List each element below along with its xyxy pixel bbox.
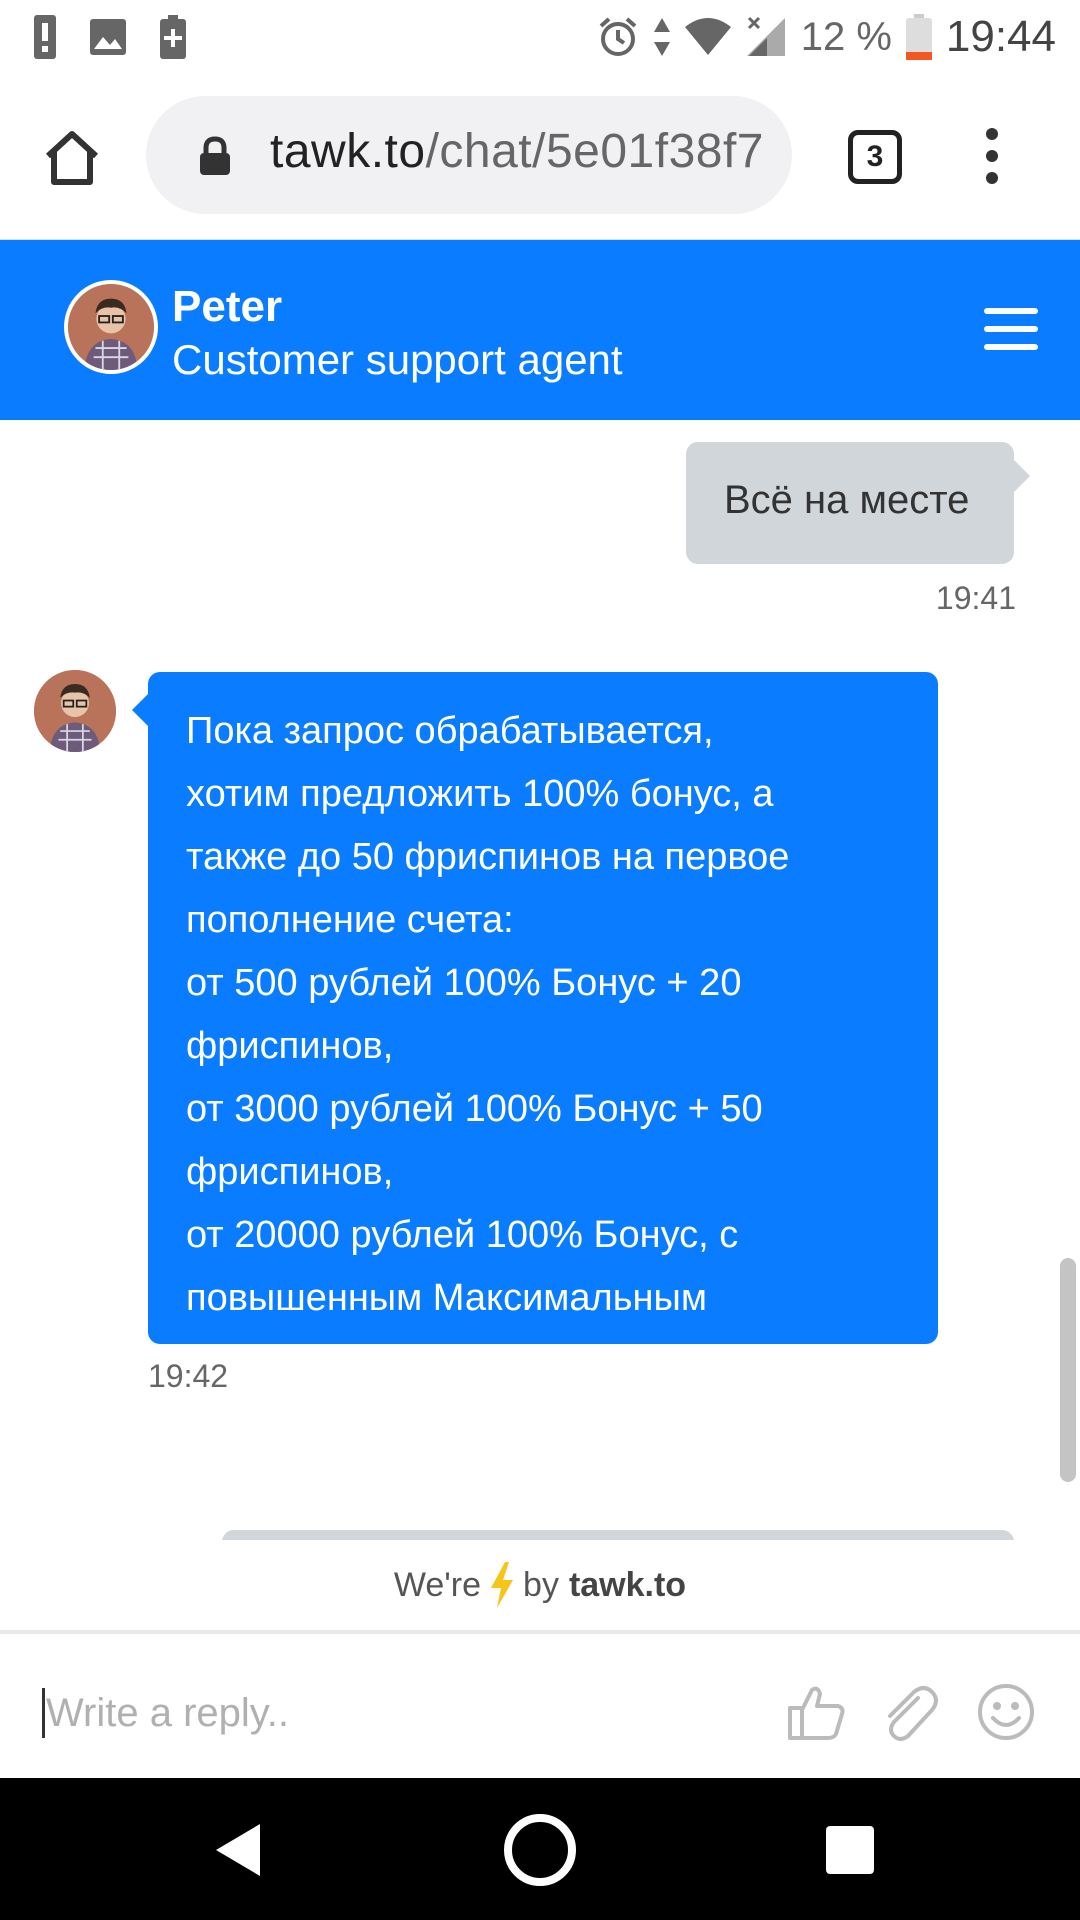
footer-brand-name: tawk.to xyxy=(568,1565,687,1604)
address-bar[interactable]: tawk.to/chat/5e01f38f7 xyxy=(146,96,792,214)
smiley-icon[interactable] xyxy=(974,1680,1038,1744)
incoming-message-time: 19:42 xyxy=(148,1358,229,1394)
hamburger-menu-icon[interactable] xyxy=(984,308,1038,350)
status-bar-system: 12 % 19:44 xyxy=(597,8,1056,66)
status-bar-notifications xyxy=(34,8,186,66)
incoming-message-line: от 500 рублей 100% Бонус + 20 xyxy=(186,962,742,1004)
android-nav-bar xyxy=(0,1778,1080,1920)
message-agent-avatar xyxy=(34,670,116,752)
alarm-icon xyxy=(599,17,637,56)
url-text: tawk.to/chat/5e01f38f7 xyxy=(270,124,764,179)
powered-by-footer[interactable]: We're by tawk.to xyxy=(0,1540,1080,1634)
agent-avatar xyxy=(64,280,158,374)
lightning-icon xyxy=(491,1562,514,1608)
incoming-message-line: фриспинов, xyxy=(186,1151,394,1193)
data-arrows-icon xyxy=(653,18,670,56)
url-path: /chat/5e01f38f7 xyxy=(425,125,764,178)
home-icon[interactable] xyxy=(40,126,104,190)
incoming-message-line: выводом х100 от суммы депозита. xyxy=(186,1340,795,1382)
incoming-message-line: от 3000 рублей 100% Бонус + 50 xyxy=(186,1088,763,1130)
incoming-message-line: фриспинов, xyxy=(186,1025,394,1067)
reply-input[interactable] xyxy=(46,1678,746,1748)
home-nav-icon[interactable] xyxy=(500,1810,580,1890)
battery-plus-icon xyxy=(160,15,186,59)
paperclip-icon[interactable] xyxy=(878,1680,942,1744)
incoming-message-line: Пока запрос обрабатывается, xyxy=(186,710,714,752)
incoming-message-line: хотим предложить 100% бонус, а xyxy=(186,773,774,815)
message-list[interactable]: Всё на месте 19:41 Пока запрос обрабатыв… xyxy=(0,420,1080,1540)
battery-percent: 12 % xyxy=(800,14,892,59)
image-icon xyxy=(90,19,126,55)
signal-icon xyxy=(746,16,785,56)
incoming-message-line: от 20000 рублей 100% Бонус, с xyxy=(186,1214,739,1256)
agent-name: Peter xyxy=(172,282,283,331)
status-time: 19:44 xyxy=(945,12,1056,61)
browser-toolbar: tawk.to/chat/5e01f38f7 3 xyxy=(0,74,1080,240)
footer-prefix: We're xyxy=(393,1565,482,1604)
alert-icon xyxy=(34,15,56,59)
outgoing-message: Всё на месте xyxy=(686,442,1030,564)
tab-switcher-button[interactable]: 3 xyxy=(848,130,902,184)
message-scrollbar[interactable] xyxy=(1060,1258,1076,1482)
incoming-message-line: пополнение счета: xyxy=(186,899,514,941)
text-cursor xyxy=(42,1688,45,1738)
footer-by: by xyxy=(523,1565,559,1604)
outgoing-message-time: 19:41 xyxy=(935,580,1016,616)
incoming-message-line: также до 50 фриспинов на первое xyxy=(186,836,790,878)
agent-role: Customer support agent xyxy=(172,336,623,383)
back-icon[interactable] xyxy=(208,1818,272,1882)
incoming-message-line: повышенным Максимальным xyxy=(186,1277,707,1319)
browser-menu-icon[interactable] xyxy=(986,128,998,184)
url-domain: tawk.to xyxy=(270,125,426,178)
status-bar: 12 % 19:44 xyxy=(0,0,1080,74)
battery-icon xyxy=(905,14,932,60)
wifi-icon xyxy=(684,18,731,55)
chat-header: Peter Customer support agent xyxy=(0,240,1080,420)
thumbs-up-icon[interactable] xyxy=(784,1680,848,1744)
incoming-message: Пока запрос обрабатывается, хотим предло… xyxy=(132,672,938,1382)
lock-icon xyxy=(200,136,230,175)
partial-message xyxy=(222,1530,1014,1540)
message-composer xyxy=(0,1638,1080,1778)
recents-icon[interactable] xyxy=(818,1818,882,1882)
